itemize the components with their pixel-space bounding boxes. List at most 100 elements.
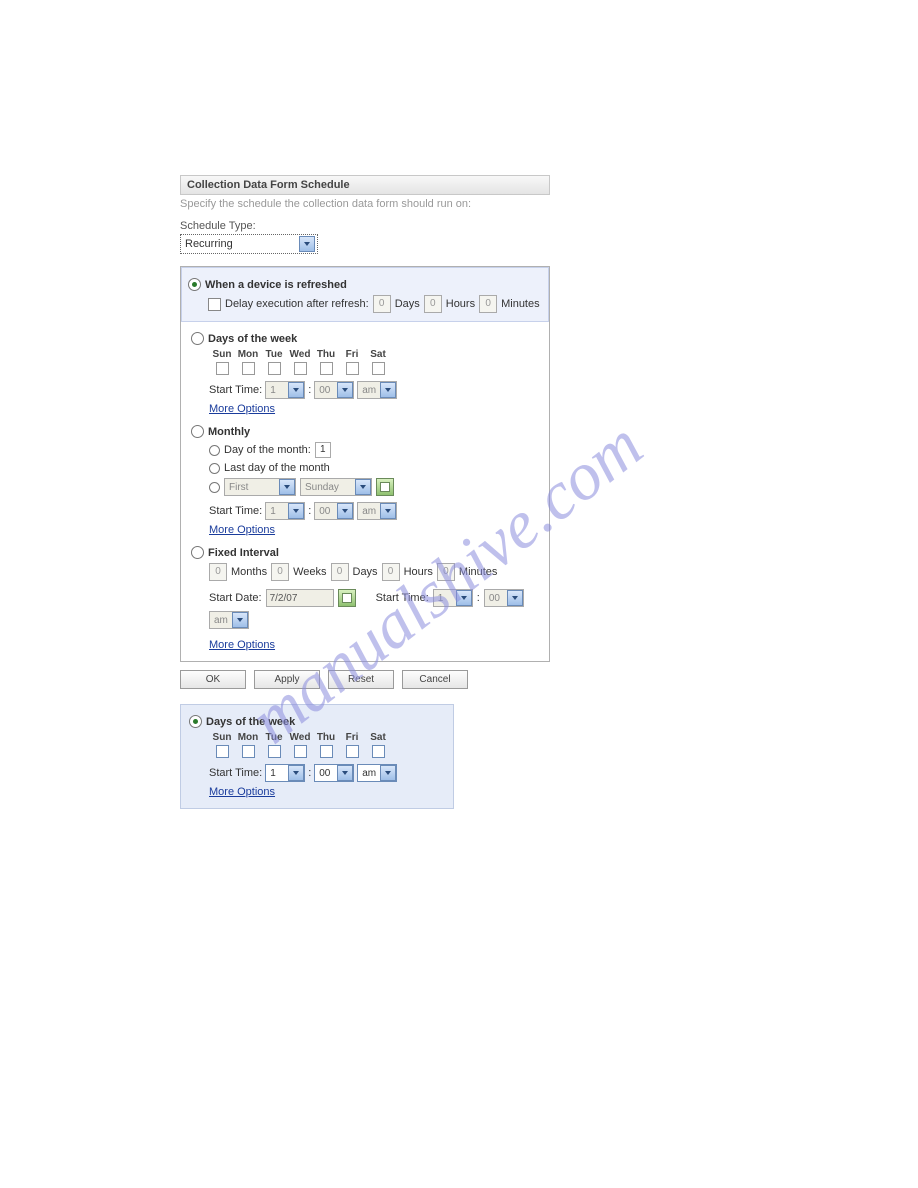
weeks-input[interactable]: 0 [271,563,289,581]
calendar-icon[interactable] [376,478,394,496]
day-checkbox-wed[interactable] [294,745,307,758]
day-checkbox-thu[interactable] [320,745,333,758]
schedule-type-label: Schedule Type: [180,220,550,232]
radio-fixed-interval[interactable] [191,546,204,559]
hour-select[interactable]: 1 [265,764,305,782]
ok-button[interactable]: OK [180,670,246,689]
day-header: Mon [235,732,261,743]
ampm-select[interactable]: am [357,764,397,782]
calendar-icon[interactable] [338,589,356,607]
start-time-label: Start Time: [209,505,262,517]
day-header: Tue [261,732,287,743]
day-checkbox-tue[interactable] [268,745,281,758]
schedule-type-value: Recurring [185,238,233,250]
start-date-input[interactable] [266,589,334,607]
delay-label: Delay execution after refresh: [225,298,369,310]
minute-select[interactable]: 00 [314,381,354,399]
instruction-text: Specify the schedule the collection data… [180,195,550,220]
day-checkbox-sun[interactable] [216,745,229,758]
minute-select[interactable]: 00 [314,502,354,520]
hours-unit: Hours [404,566,433,578]
panel-header: Collection Data Form Schedule [180,175,550,195]
chevron-down-icon [299,236,315,252]
day-header: Wed [287,732,313,743]
ampm-select[interactable]: am [357,502,397,520]
radio-monthly[interactable] [191,425,204,438]
day-checkbox-wed[interactable] [294,362,307,375]
hour-select[interactable]: 1 [265,381,305,399]
day-checkbox-mon[interactable] [242,745,255,758]
radio-last-day[interactable] [209,463,220,474]
day-checkbox-tue[interactable] [268,362,281,375]
day-of-month-input[interactable]: 1 [315,442,331,458]
ordinal-select[interactable]: First [224,478,296,496]
day-checkbox-sat[interactable] [372,362,385,375]
delay-checkbox[interactable] [208,298,221,311]
chevron-down-icon [232,612,248,628]
reset-button[interactable]: Reset [328,670,394,689]
minute-select[interactable]: 00 [484,589,524,607]
day-checkbox-fri[interactable] [346,362,359,375]
ampm-select[interactable]: am [357,381,397,399]
chevron-down-icon [288,382,304,398]
radio-fixed-interval-label: Fixed Interval [208,547,279,559]
minutes-unit: Minutes [459,566,498,578]
more-options-link[interactable]: More Options [209,639,275,651]
ampm-select[interactable]: am [209,611,249,629]
delay-minutes-input[interactable]: 0 [479,295,497,313]
months-input[interactable]: 0 [209,563,227,581]
more-options-link[interactable]: More Options [209,403,275,415]
refresh-section: When a device is refreshed Delay executi… [181,267,549,322]
fixed-interval-section: Fixed Interval 0 Months 0 Weeks 0 Days 0… [191,546,539,651]
day-checkbox-sat[interactable] [372,745,385,758]
day-header: Thu [313,349,339,360]
chevron-down-icon [288,503,304,519]
minutes-input[interactable]: 0 [437,563,455,581]
day-header: Fri [339,732,365,743]
day-header: Sun [209,349,235,360]
hours-input[interactable]: 0 [382,563,400,581]
day-checkbox-thu[interactable] [320,362,333,375]
minute-select[interactable]: 00 [314,764,354,782]
days-unit: Days [353,566,378,578]
radio-refresh[interactable] [188,278,201,291]
radio-days-of-week[interactable] [191,332,204,345]
weekday-select[interactable]: Sunday [300,478,372,496]
start-date-label: Start Date: [209,592,262,604]
hour-select[interactable]: 1 [265,502,305,520]
day-header: Tue [261,349,287,360]
day-of-month-label: Day of the month: [224,444,311,456]
chevron-down-icon [355,479,371,495]
delay-hours-unit: Hours [446,298,475,310]
start-time-label: Start Time: [376,592,429,604]
chevron-down-icon [380,765,396,781]
radio-ordinal[interactable] [209,482,220,493]
day-header: Sat [365,732,391,743]
chevron-down-icon [337,382,353,398]
radio-day-of-month[interactable] [209,445,220,456]
radio-days-of-week[interactable] [189,715,202,728]
day-header: Sat [365,349,391,360]
start-time-label: Start Time: [209,384,262,396]
more-options-link[interactable]: More Options [209,786,275,798]
delay-hours-input[interactable]: 0 [424,295,442,313]
days-table: Sun Mon Tue Wed Thu Fri Sat [209,732,445,758]
cancel-button[interactable]: Cancel [402,670,468,689]
hour-select[interactable]: 1 [433,589,473,607]
radio-refresh-label: When a device is refreshed [205,279,347,291]
day-header: Mon [235,349,261,360]
more-options-link[interactable]: More Options [209,524,275,536]
days-input[interactable]: 0 [331,563,349,581]
last-day-label: Last day of the month [224,462,330,474]
day-checkbox-mon[interactable] [242,362,255,375]
chevron-down-icon [380,382,396,398]
weeks-unit: Weeks [293,566,326,578]
schedule-type-select[interactable]: Recurring [180,234,318,254]
day-checkbox-fri[interactable] [346,745,359,758]
day-checkbox-sun[interactable] [216,362,229,375]
radio-days-of-week-label: Days of the week [208,333,297,345]
chevron-down-icon [337,765,353,781]
delay-days-input[interactable]: 0 [373,295,391,313]
apply-button[interactable]: Apply [254,670,320,689]
chevron-down-icon [337,503,353,519]
